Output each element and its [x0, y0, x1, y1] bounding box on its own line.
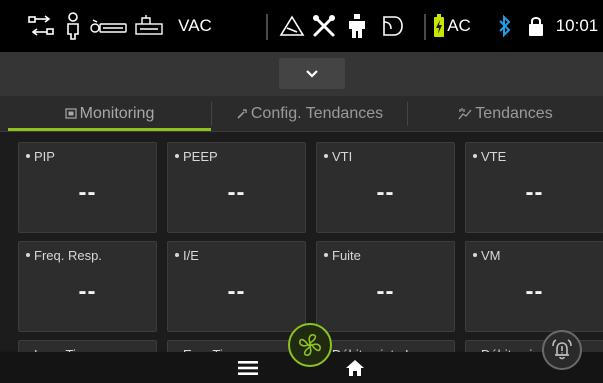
param-value: --: [525, 278, 544, 305]
param-value: --: [78, 278, 97, 305]
param-value: --: [376, 179, 395, 206]
ventilation-button[interactable]: [288, 323, 332, 367]
param-label: VTI: [324, 149, 352, 164]
active-tab-indicator: [8, 128, 211, 131]
tab-label: Config. Tendances: [250, 105, 384, 122]
bluetooth-icon: [496, 0, 514, 52]
status-separator: [424, 14, 426, 40]
tab-tendances[interactable]: Tendances: [408, 96, 603, 132]
person-icon: [345, 0, 369, 52]
mask-icon: [378, 0, 406, 52]
param-card-freq-resp[interactable]: Freq. Resp. --: [18, 241, 157, 332]
alarm-triangle-icon: [278, 0, 306, 52]
status-bar: VAC AC 10:01: [0, 0, 603, 52]
home-button[interactable]: [342, 352, 368, 383]
trends-icon: [458, 108, 472, 120]
lock-icon: [527, 0, 545, 52]
param-label: PEEP: [175, 149, 218, 164]
param-value: --: [78, 179, 97, 206]
expand-handle[interactable]: [279, 58, 345, 89]
power-label: AC: [447, 16, 471, 35]
patient-icon: [65, 0, 81, 52]
bell-icon: [552, 339, 572, 360]
param-value: --: [376, 278, 395, 305]
mode-label: VAC: [178, 16, 212, 35]
param-label: VM: [473, 248, 501, 263]
param-value: --: [525, 179, 544, 206]
tab-monitoring[interactable]: Monitoring: [8, 96, 211, 132]
param-label: PIP: [26, 149, 55, 164]
alarm-silence-button[interactable]: [542, 330, 582, 370]
status-separator: [266, 14, 268, 40]
circuit-icon: [26, 0, 56, 52]
param-value: --: [227, 179, 246, 206]
nebulizer-icon: [134, 0, 164, 52]
param-value: --: [227, 278, 246, 305]
param-label: Fuite: [324, 248, 361, 263]
monitor-icon: [65, 108, 77, 119]
clock: 10:01: [555, 16, 599, 35]
monitoring-grid: PIP -- PEEP -- VTI -- VTE -- Freq. Resp.…: [0, 132, 603, 360]
tab-label: Tendances: [475, 105, 553, 122]
tab-label: Monitoring: [79, 105, 155, 122]
param-card-pip[interactable]: PIP --: [18, 142, 157, 233]
param-card-peep[interactable]: PEEP --: [167, 142, 306, 233]
param-card-ie[interactable]: I/E --: [167, 241, 306, 332]
param-label: VTE: [473, 149, 506, 164]
config-icon: [237, 109, 247, 119]
param-card-vti[interactable]: VTI --: [316, 142, 455, 233]
chevron-down-icon: [306, 69, 318, 78]
param-card-vm[interactable]: VM --: [465, 241, 603, 332]
menu-button[interactable]: [236, 352, 260, 383]
battery-charging-icon: [432, 0, 446, 52]
param-card-vte[interactable]: VTE --: [465, 142, 603, 233]
param-label: I/E: [175, 248, 199, 263]
tab-config-tendances[interactable]: Config. Tendances: [212, 96, 407, 132]
tab-bar: Monitoring Config. Tendances Tendances: [0, 96, 603, 132]
param-card-fuite[interactable]: Fuite --: [316, 241, 455, 332]
hamburger-menu-icon: [238, 360, 258, 375]
tools-icon: [310, 0, 338, 52]
home-icon: [346, 359, 364, 376]
oxygen-icon: [88, 0, 130, 52]
param-label: Freq. Resp.: [26, 248, 102, 263]
fan-icon: [299, 334, 321, 356]
